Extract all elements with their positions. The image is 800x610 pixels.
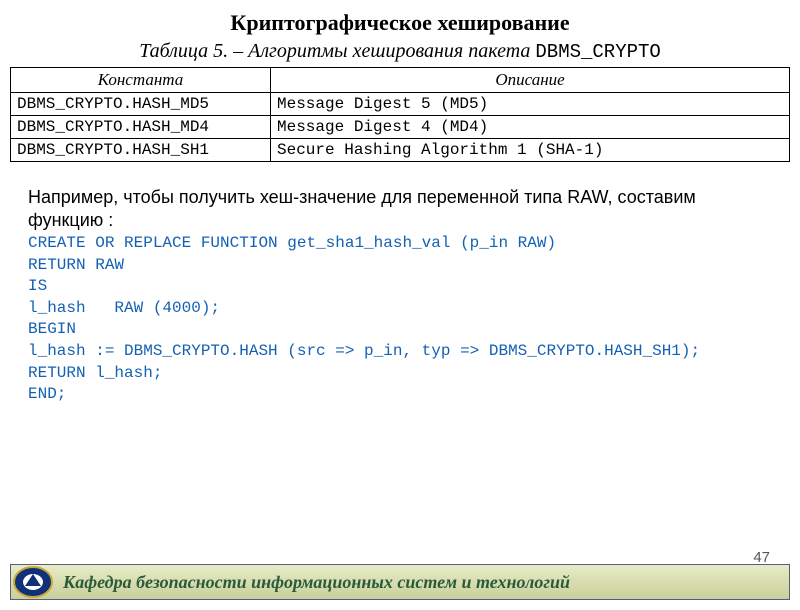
- cell-desc: Secure Hashing Algorithm 1 (SHA-1): [271, 139, 790, 162]
- footer-text: Кафедра безопасности информационных сист…: [57, 572, 789, 593]
- col-header-const: Константа: [11, 68, 271, 93]
- table-row: DBMS_CRYPTO.HASH_MD5 Message Digest 5 (M…: [11, 93, 790, 116]
- footer: Кафедра безопасности информационных сист…: [0, 564, 800, 604]
- cell-desc: Message Digest 4 (MD4): [271, 116, 790, 139]
- table-header-row: Константа Описание: [11, 68, 790, 93]
- table-caption: Таблица 5. – Алгоритмы хеширования пакет…: [0, 40, 800, 63]
- cell-const: DBMS_CRYPTO.HASH_MD5: [11, 93, 271, 116]
- footer-bar: Кафедра безопасности информационных сист…: [10, 564, 790, 600]
- table-caption-package: DBMS_CRYPTO: [535, 41, 660, 63]
- table-caption-text: Таблица 5. – Алгоритмы хеширования пакет…: [139, 40, 535, 62]
- university-logo-icon: [9, 565, 57, 599]
- cell-desc: Message Digest 5 (MD5): [271, 93, 790, 116]
- cell-const: DBMS_CRYPTO.HASH_MD4: [11, 116, 271, 139]
- slide-title: Криптографическое хеширование: [0, 10, 800, 36]
- cell-const: DBMS_CRYPTO.HASH_SH1: [11, 139, 271, 162]
- col-header-desc: Описание: [271, 68, 790, 93]
- table-row: DBMS_CRYPTO.HASH_MD4 Message Digest 4 (M…: [11, 116, 790, 139]
- table-row: DBMS_CRYPTO.HASH_SH1 Secure Hashing Algo…: [11, 139, 790, 162]
- paragraph: Например, чтобы получить хеш-значение дл…: [28, 186, 772, 231]
- hash-algorithms-table: Константа Описание DBMS_CRYPTO.HASH_MD5 …: [10, 67, 790, 162]
- code-block: CREATE OR REPLACE FUNCTION get_sha1_hash…: [28, 233, 772, 406]
- slide: Криптографическое хеширование Таблица 5.…: [0, 10, 800, 610]
